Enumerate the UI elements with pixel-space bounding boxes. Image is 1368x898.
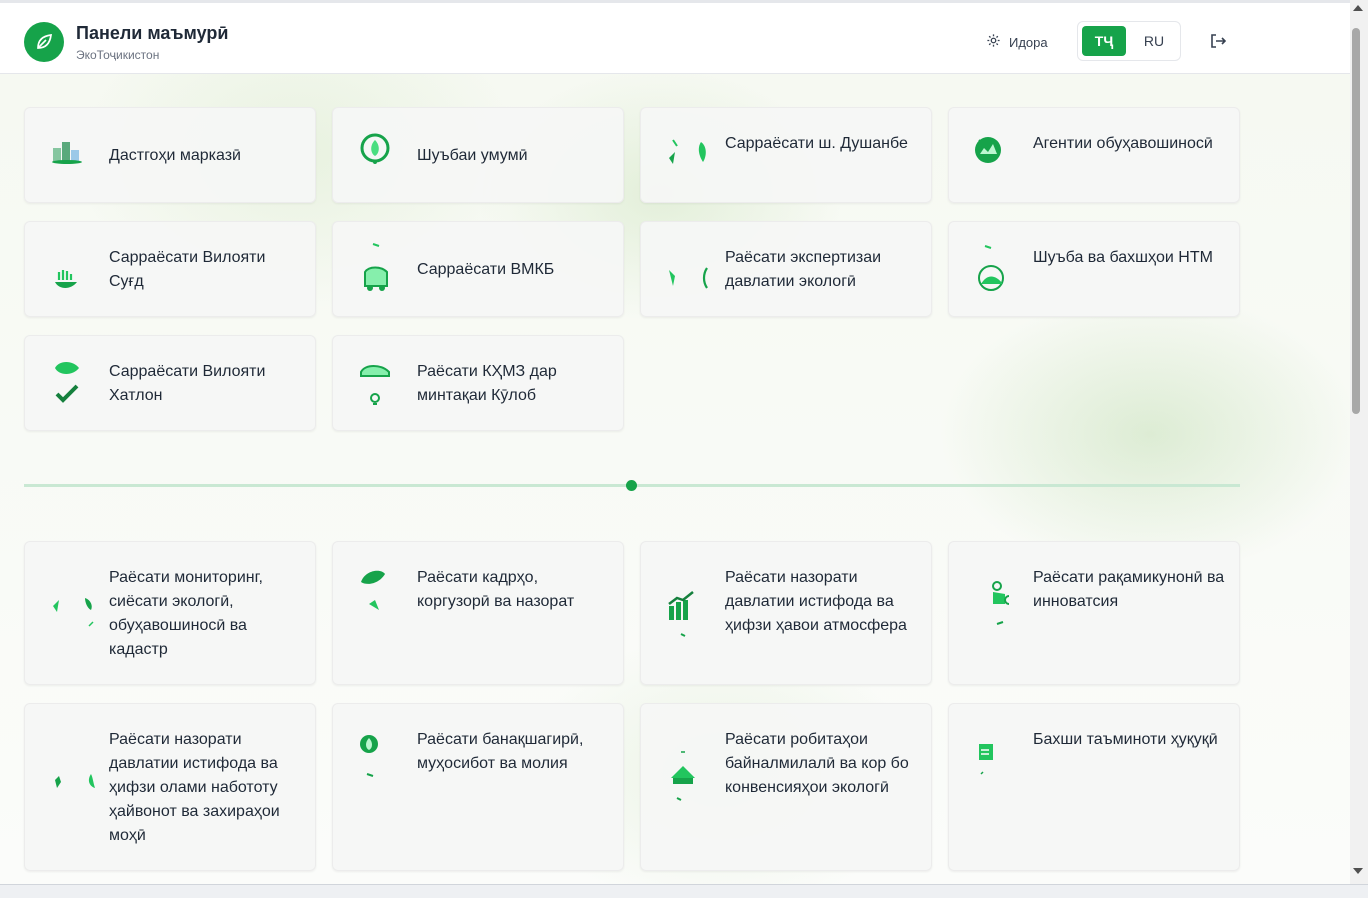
scrollbar-thumb[interactable] (1352, 28, 1360, 414)
lang-ru-button[interactable]: RU (1132, 26, 1176, 56)
scroll-down-arrow-icon[interactable] (1353, 868, 1363, 874)
department-label: Раёсати кадрҳо, коргузорӣ ва назорат (417, 569, 575, 610)
eco-globe-icon (975, 244, 1033, 298)
unit-card[interactable]: Сарраёсати ВМКБ (332, 221, 624, 317)
department-card[interactable]: Раёсати кадрҳо, коргузорӣ ва назорат (332, 541, 624, 685)
eco-recycle-icon (359, 132, 417, 172)
leaves-icon (51, 592, 109, 636)
unit-card[interactable]: Агентии обуҳавошиносӣ (948, 107, 1240, 203)
unit-label: Сарраёсати ВМКБ (417, 261, 555, 278)
unit-label: Сарраёсати ш. Душанбе (725, 135, 908, 152)
unit-label: Сарраёсати Вилояти Суғд (109, 249, 266, 290)
page-subtitle: ЭкоТоҷикистон (76, 48, 160, 62)
unit-card[interactable]: Шуъба ва бахшҳои НТМ (948, 221, 1240, 317)
department-label: Раёсати робитаҳои байналмилалӣ ва кор бо… (725, 731, 909, 796)
innovation-gear-icon (975, 580, 1033, 630)
leaves-icon (667, 264, 725, 294)
hand-plant-icon (51, 268, 109, 298)
department-card[interactable]: Раёсати робитаҳои байналмилалӣ ва кор бо… (640, 703, 932, 871)
unit-card[interactable]: Сарраёсати Вилояти Хатлон (24, 335, 316, 431)
app-header: Панели маъмурӣ ЭкоТоҷикистон Идора ТҶ RU (0, 3, 1350, 74)
gear-icon (986, 33, 1001, 51)
leaf-icon (359, 566, 417, 616)
unit-label: Агентии обуҳавошиносӣ (1033, 135, 1213, 152)
department-card[interactable]: Раёсати рақамикунонӣ ва инноватсия (948, 541, 1240, 685)
globe-eco-icon (975, 134, 1033, 174)
department-card[interactable]: Раёсати назорати давлатии истифода ва ҳи… (24, 703, 316, 871)
department-card[interactable]: Раёсати назорати давлатии истифода ва ҳи… (640, 541, 932, 685)
unit-label: Сарраёсати Вилояти Хатлон (109, 363, 266, 404)
leaves-icon (51, 770, 109, 800)
language-switcher: ТҶ RU (1077, 21, 1181, 61)
unit-card[interactable]: Дастгоҳи марказӣ (24, 107, 316, 203)
page-title: Панели маъмурӣ (76, 23, 229, 43)
scroll-up-arrow-icon[interactable] (1353, 5, 1363, 11)
department-label: Раёсати мониторинг, сиёсати экологӣ, обу… (109, 569, 263, 658)
logout-icon (1211, 34, 1227, 48)
os-taskbar (0, 884, 1368, 898)
department-label: Бахши таъминоти ҳуқуқӣ (1033, 731, 1218, 748)
unit-card[interactable]: Сарраёсати Вилояти Суғд (24, 221, 316, 317)
legal-doc-icon (975, 742, 1033, 778)
unit-card[interactable]: Раёсати КҲМЗ дар минтақаи Кӯлоб (332, 335, 624, 431)
eco-truck-icon (359, 242, 417, 298)
unit-label: Дастгоҳи марказӣ (109, 147, 241, 164)
department-card[interactable]: Раёсати банақшагирӣ, муҳосибот ва молия (332, 703, 624, 871)
unit-label: Шуъбаи умумӣ (417, 147, 528, 164)
unit-card[interactable]: Шуъбаи умумӣ (332, 107, 624, 203)
leaf-check-icon (51, 356, 109, 412)
org-settings-button[interactable]: Идора (986, 32, 1048, 52)
city-icon (51, 138, 109, 172)
lang-tj-button[interactable]: ТҶ (1082, 26, 1126, 56)
growth-chart-icon (667, 590, 725, 640)
logout-button[interactable] (1209, 32, 1227, 55)
unit-card[interactable]: Сарраёсати ш. Душанбе (640, 107, 932, 203)
unit-card[interactable]: Раёсати экспертизаи давлатии экологӣ (640, 221, 932, 317)
department-label: Раёсати назорати давлатии истифода ва ҳи… (109, 731, 280, 844)
eco-building-icon (667, 748, 725, 804)
department-label: Раёсати банақшагирӣ, муҳосибот ва молия (417, 731, 584, 772)
department-label: Раёсати назорати давлатии истифода ва ҳи… (725, 569, 907, 634)
divider-dot (626, 480, 637, 491)
unit-label: Шуъба ва бахшҳои НТМ (1033, 249, 1213, 266)
leaf-logo-icon[interactable] (24, 22, 64, 62)
department-card[interactable]: Бахши таъминоти ҳуқуқӣ (948, 703, 1240, 871)
unit-label: Раёсати экспертизаи давлатии экологӣ (725, 249, 882, 290)
eco-car-icon (359, 358, 417, 412)
department-card[interactable]: Раёсати мониторинг, сиёсати экологӣ, обу… (24, 541, 316, 685)
unit-label: Раёсати КҲМЗ дар минтақаи Кӯлоб (417, 363, 557, 404)
leaves-icon (667, 136, 725, 176)
department-label: Раёсати рақамикунонӣ ва инноватсия (1033, 569, 1225, 610)
leaf-money-icon (359, 734, 417, 784)
org-label: Идора (1009, 34, 1048, 50)
